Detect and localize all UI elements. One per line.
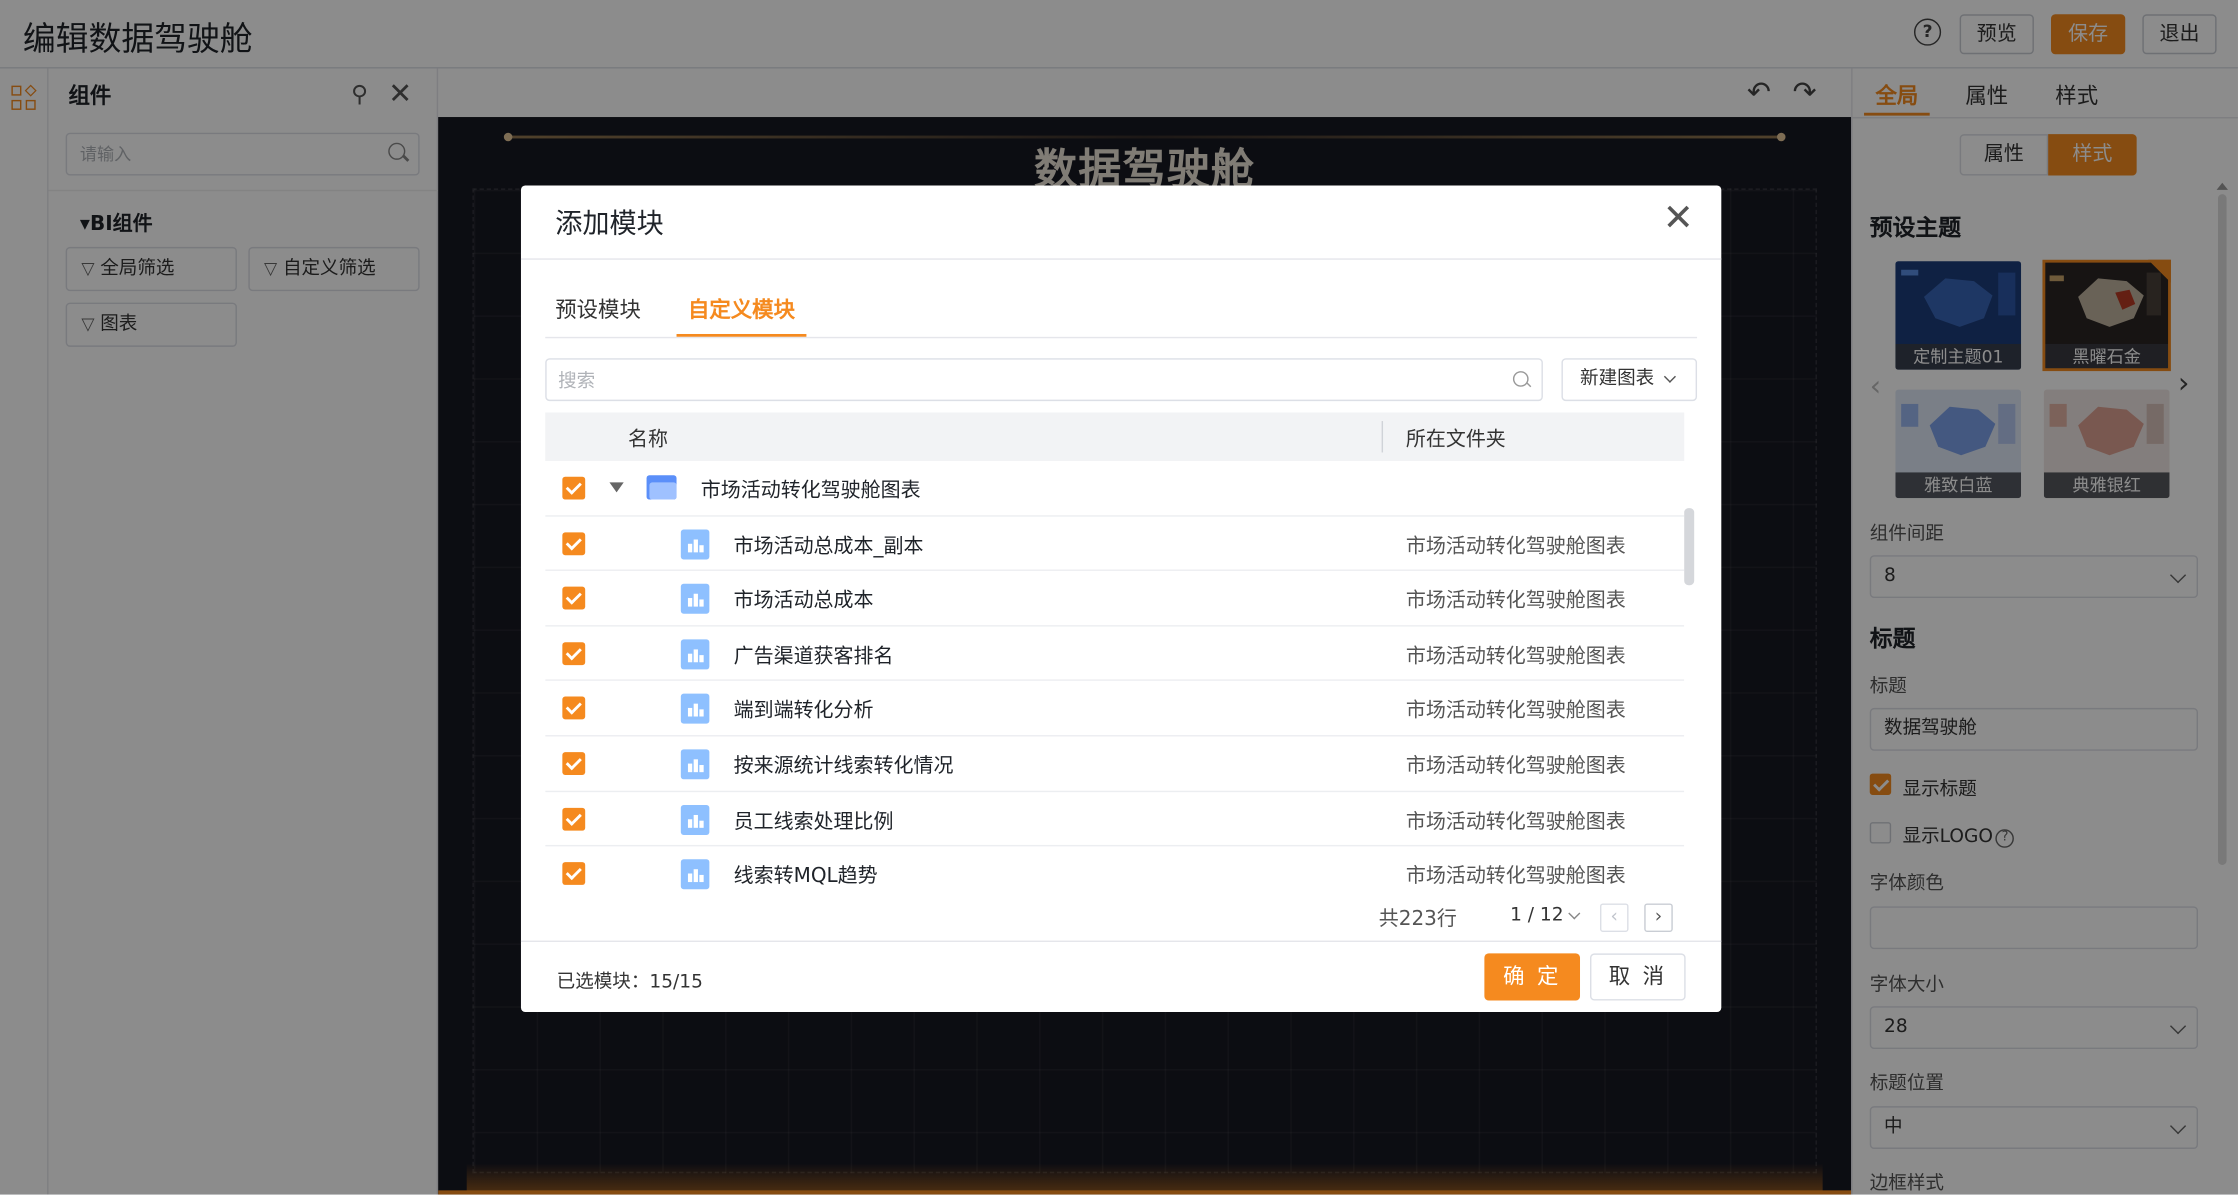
module-name: 端到端转化分析 [733,699,874,723]
module-name: 线索转MQL趋势 [733,865,878,888]
column-divider[interactable] [1381,421,1384,453]
expand-caret-icon[interactable] [609,482,624,493]
module-folder: 市场活动转化驾驶舱图表 [1405,865,1626,888]
table-header: 名称 所在文件夹 [545,412,1685,462]
module-search-input[interactable] [545,358,1543,402]
table-row[interactable]: 员工线索处理比例 市场活动转化驾驶舱图表 [545,792,1685,847]
module-folder: 市场活动转化驾驶舱图表 [1405,589,1626,613]
row-checkbox[interactable] [562,697,586,720]
chart-icon [680,528,710,559]
folder-name: 市场活动转化驾驶舱图表 [700,479,921,503]
folder-row[interactable]: 市场活动转化驾驶舱图表 [545,461,1685,517]
table-row[interactable]: 按来源统计线索转化情况 市场活动转化驾驶舱图表 [545,736,1685,792]
add-module-dialog: 添加模块 ✕ 预设模块 自定义模块 新建图表 名称 所在文件夹 市场活动转化驾驶… [520,185,1722,1012]
chevron-down-icon[interactable] [1568,907,1581,920]
module-folder: 市场活动转化驾驶舱图表 [1405,534,1626,558]
table-scrollbar[interactable] [1684,508,1695,586]
table-row[interactable]: 端到端转化分析 市场活动转化驾驶舱图表 [545,681,1685,737]
chart-icon [680,639,710,670]
row-checkbox[interactable] [562,862,586,886]
selected-count: 已选模块：15/15 [556,971,703,994]
column-header-folder: 所在文件夹 [1405,428,1506,452]
table-row[interactable]: 广告渠道获客排名 市场活动转化驾驶舱图表 [545,626,1685,682]
pager-total: 共223行 [1378,907,1457,931]
module-folder: 市场活动转化驾驶舱图表 [1405,810,1626,833]
row-checkbox[interactable] [562,476,586,500]
row-checkbox[interactable] [562,752,586,775]
new-chart-label: 新建图表 [1580,368,1655,390]
module-name: 按来源统计线索转化情况 [733,754,954,778]
chart-icon [680,804,710,835]
column-header-name: 名称 [628,428,668,452]
new-chart-dropdown[interactable]: 新建图表 [1561,358,1698,402]
tab-custom-modules[interactable]: 自定义模块 [688,294,795,324]
divider [545,336,1698,339]
divider [520,940,1722,943]
chart-icon [680,749,710,780]
confirm-button[interactable]: 确 定 [1484,953,1581,1001]
chart-icon [680,584,710,615]
module-folder: 市场活动转化驾驶舱图表 [1405,699,1626,723]
chart-icon [680,859,710,890]
divider [520,258,1722,260]
search-icon [1512,371,1529,387]
module-name: 广告渠道获客排名 [733,644,894,668]
chart-icon [680,694,710,725]
module-folder: 市场活动转化驾驶舱图表 [1405,754,1626,778]
row-checkbox[interactable] [562,641,586,665]
table-row[interactable]: 市场活动总成本_副本 市场活动转化驾驶舱图表 [545,516,1685,572]
tab-preset-modules[interactable]: 预设模块 [555,294,641,324]
dialog-title: 添加模块 [555,208,664,240]
table-row[interactable]: 市场活动总成本 市场活动转化驾驶舱图表 [545,571,1685,627]
pager-next-button[interactable]: › [1644,903,1673,933]
cancel-button[interactable]: 取 消 [1590,953,1686,1001]
module-folder: 市场活动转化驾驶舱图表 [1405,644,1626,668]
module-name: 市场活动总成本 [733,589,874,613]
close-icon[interactable]: ✕ [1663,197,1694,240]
module-name: 员工线索处理比例 [733,810,894,833]
pager-page-select[interactable]: 1 / 12 [1510,905,1563,926]
folder-icon [646,475,677,500]
module-name: 市场活动总成本_副本 [733,534,924,558]
app-root: 编辑数据驾驶舱 ? 预览 保存 退出 组件 ⚲ ✕ ▾BI组件 ▽全局筛选 ▽自… [0,0,2238,1195]
row-checkbox[interactable] [562,531,586,555]
chevron-down-icon [1663,370,1676,383]
row-checkbox[interactable] [562,807,586,831]
module-table-body: 市场活动转化驾驶舱图表 市场活动总成本_副本 市场活动转化驾驶舱图表 市场活动总… [545,461,1685,892]
table-row[interactable]: 线索转MQL趋势 市场活动转化驾驶舱图表 [545,847,1684,892]
row-checkbox[interactable] [562,586,586,610]
pager-prev-button[interactable]: ‹ [1599,903,1629,933]
